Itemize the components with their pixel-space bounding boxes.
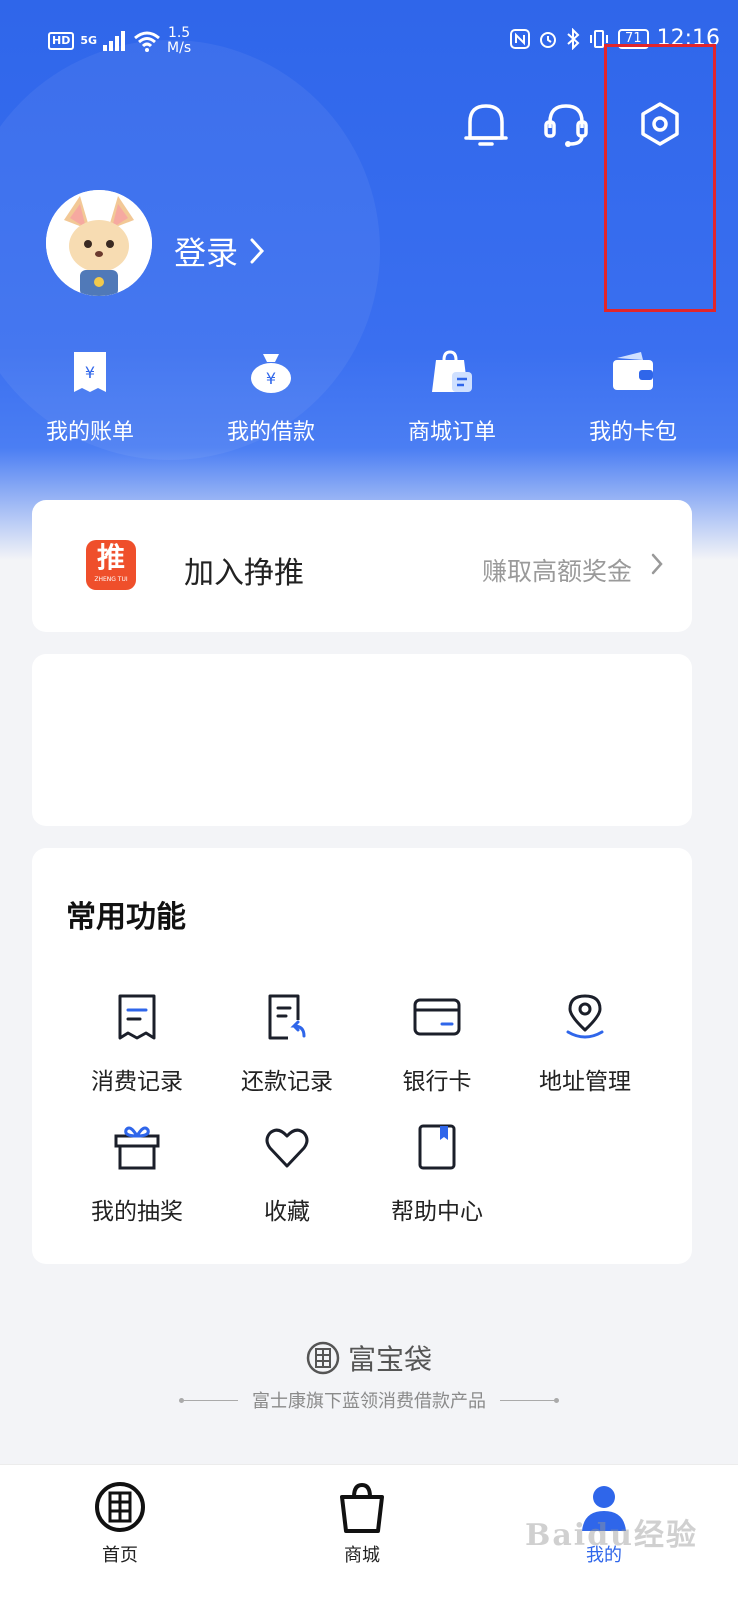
function-consumption-record[interactable]: 消费记录 bbox=[62, 992, 212, 1096]
blank-card bbox=[32, 654, 692, 826]
home-logo-icon bbox=[95, 1482, 145, 1532]
function-my-lottery[interactable]: 我的抽奖 bbox=[62, 1122, 212, 1226]
function-repayment-record[interactable]: 还款记录 bbox=[212, 992, 362, 1096]
gift-icon bbox=[114, 1126, 160, 1170]
network-speed: 1.5 M/s bbox=[167, 26, 191, 56]
location-pin-icon bbox=[566, 994, 604, 1039]
function-favorites[interactable]: 收藏 bbox=[212, 1122, 362, 1226]
alarm-icon bbox=[540, 31, 557, 48]
bank-card-icon bbox=[413, 998, 461, 1036]
promo-logo: 推 ZHENG TUI bbox=[86, 540, 136, 590]
function-label: 我的抽奖 bbox=[91, 1199, 183, 1225]
promo-logo-text: 推 bbox=[96, 541, 125, 574]
annotation-highlight-box bbox=[604, 44, 716, 312]
hd-badge: HD bbox=[48, 32, 75, 50]
common-functions-card: 常用功能 消费记录 还款记录 银行卡 地址管理 我的抽奖 收藏 帮助中心 bbox=[32, 848, 692, 1264]
bell-icon[interactable] bbox=[462, 98, 510, 152]
bluetooth-icon bbox=[567, 27, 580, 50]
quick-action-mall-orders[interactable]: 商城订单 bbox=[362, 348, 542, 446]
chevron-right-icon bbox=[250, 238, 265, 264]
tab-label: 首页 bbox=[102, 1545, 138, 1566]
money-bag-icon: ¥ bbox=[251, 354, 291, 393]
order-bag-icon bbox=[432, 350, 472, 392]
chevron-right-icon bbox=[651, 553, 663, 575]
quick-action-label: 我的借款 bbox=[226, 420, 315, 445]
svg-text:¥: ¥ bbox=[266, 369, 276, 388]
svg-text:¥: ¥ bbox=[85, 363, 95, 382]
login-label: 登录 bbox=[174, 234, 239, 272]
function-label: 帮助中心 bbox=[391, 1199, 483, 1225]
function-help-center[interactable]: 帮助中心 bbox=[362, 1122, 512, 1226]
quick-action-card-wallet[interactable]: 我的卡包 bbox=[543, 348, 723, 446]
wifi-icon bbox=[134, 31, 160, 52]
function-label: 还款记录 bbox=[241, 1069, 333, 1095]
section-title: 常用功能 bbox=[66, 900, 186, 935]
shopping-bag-icon bbox=[340, 1482, 384, 1533]
tab-label: 商城 bbox=[344, 1545, 380, 1566]
promo-logo-sub: ZHENG TUI bbox=[94, 576, 128, 583]
quick-action-label: 商城订单 bbox=[407, 420, 496, 445]
brand-name-row: 富宝袋 bbox=[306, 1338, 432, 1378]
speed-unit: M/s bbox=[167, 40, 192, 56]
function-label: 地址管理 bbox=[539, 1069, 631, 1095]
quick-action-bill[interactable]: ¥ 我的账单 bbox=[0, 348, 180, 446]
tab-mall[interactable]: 商城 bbox=[302, 1479, 422, 1567]
quick-action-loan[interactable]: ¥ 我的借款 bbox=[181, 348, 361, 446]
status-left: HD 5G 1.5 M/s bbox=[48, 26, 191, 56]
network-type: 5G bbox=[80, 34, 98, 47]
baidu-watermark: Baidu经验 bbox=[525, 1518, 698, 1553]
function-label: 银行卡 bbox=[402, 1069, 472, 1095]
tab-home[interactable]: 首页 bbox=[60, 1479, 180, 1567]
promo-title: 加入挣推 bbox=[184, 556, 304, 591]
signal-icon bbox=[103, 31, 126, 51]
brand-tagline: 富士康旗下蓝领消费借款产品 bbox=[252, 1391, 486, 1412]
brand-tagline-row: 富士康旗下蓝领消费借款产品 bbox=[0, 1387, 738, 1413]
login-link[interactable]: 登录 bbox=[174, 228, 266, 274]
divider-right bbox=[500, 1397, 559, 1403]
receipt-icon bbox=[118, 994, 156, 1040]
help-book-icon bbox=[418, 1124, 456, 1170]
quick-action-label: 我的卡包 bbox=[588, 420, 677, 445]
avatar[interactable] bbox=[46, 190, 152, 296]
heart-icon bbox=[265, 1128, 309, 1168]
quick-action-label: 我的账单 bbox=[45, 420, 134, 445]
speed-value: 1.5 bbox=[167, 25, 191, 41]
function-bank-card[interactable]: 银行卡 bbox=[362, 992, 512, 1096]
bill-icon: ¥ bbox=[74, 352, 106, 392]
wallet-icon bbox=[613, 352, 653, 390]
promo-subtitle: 赚取高额奖金 bbox=[481, 557, 632, 586]
function-address-management[interactable]: 地址管理 bbox=[510, 992, 660, 1096]
promo-card[interactable]: 推 ZHENG TUI 加入挣推 赚取高额奖金 bbox=[32, 500, 692, 632]
function-label: 消费记录 bbox=[91, 1069, 183, 1095]
divider-left bbox=[179, 1397, 238, 1403]
repayment-record-icon bbox=[268, 994, 306, 1040]
brand-name: 富宝袋 bbox=[347, 1343, 432, 1376]
headset-icon[interactable] bbox=[542, 98, 590, 152]
function-label: 收藏 bbox=[264, 1199, 310, 1225]
nfc-icon bbox=[510, 28, 531, 49]
brand-footer: 富宝袋 富士康旗下蓝领消费借款产品 bbox=[0, 1338, 738, 1413]
brand-logo-icon bbox=[306, 1341, 340, 1375]
